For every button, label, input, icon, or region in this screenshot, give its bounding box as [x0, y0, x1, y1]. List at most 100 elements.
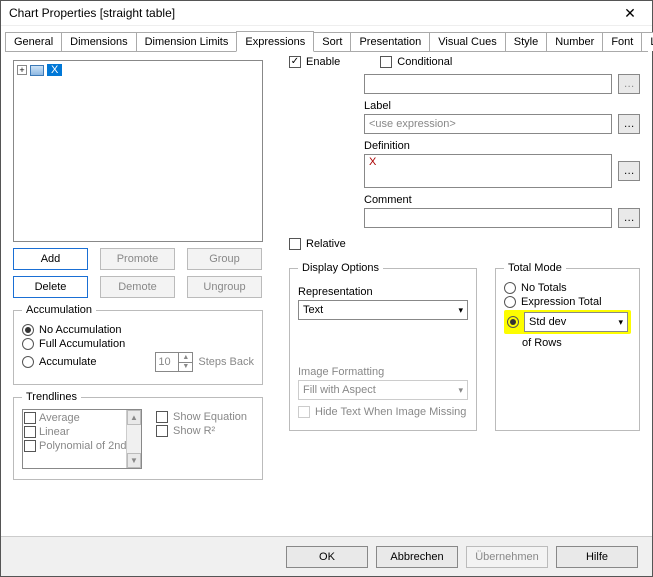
enable-checkbox[interactable]: Enable — [289, 56, 340, 68]
image-formatting-combo[interactable]: Fill with Aspect ▾ — [298, 380, 468, 400]
steps-value: 10 — [156, 353, 178, 371]
checkbox-icon — [298, 406, 310, 418]
comment-lbl: Comment — [364, 194, 640, 206]
spin-down-icon[interactable]: ▼ — [178, 363, 192, 372]
comment-ellipsis-button[interactable]: … — [618, 208, 640, 228]
close-icon[interactable]: ✕ — [610, 2, 650, 24]
total-mode-combo[interactable]: Std dev ▾ — [524, 312, 628, 332]
radio-label: Accumulate — [39, 356, 96, 368]
checkbox-icon[interactable] — [24, 412, 36, 424]
relative-checkbox[interactable]: Relative — [289, 238, 640, 250]
radio-aggregate-total[interactable]: Std dev ▾ — [504, 310, 631, 334]
image-formatting-lbl: Image Formatting — [298, 366, 468, 378]
conditional-input — [364, 74, 612, 94]
scroll-down-icon[interactable]: ▼ — [127, 453, 141, 468]
chevron-down-icon: ▾ — [618, 317, 623, 328]
combo-value: Text — [303, 304, 323, 316]
apply-button[interactable]: Übernehmen — [466, 546, 548, 568]
checkbox-label: Show Equation — [173, 411, 247, 423]
list-item-label: Linear — [39, 426, 70, 438]
checkbox-icon[interactable] — [24, 440, 36, 452]
expand-icon[interactable]: + — [17, 65, 27, 75]
total-mode-group: Total Mode No Totals Expression Total St… — [495, 262, 640, 431]
combo-value: Std dev — [529, 316, 566, 328]
radio-icon — [22, 338, 34, 350]
radio-no-accumulation[interactable]: No Accumulation — [22, 324, 254, 336]
checkbox-icon[interactable] — [24, 426, 36, 438]
definition-lbl: Definition — [364, 140, 640, 152]
total-mode-legend: Total Mode — [504, 262, 566, 274]
checkbox-icon — [156, 411, 168, 423]
chevron-down-icon: ▾ — [458, 385, 463, 396]
representation-combo[interactable]: Text ▾ — [298, 300, 468, 320]
demote-button[interactable]: Demote — [100, 276, 175, 298]
checkbox-icon — [289, 56, 301, 68]
tab-font[interactable]: Font — [602, 32, 642, 51]
radio-accumulate[interactable]: Accumulate 10 ▲▼ Steps Back — [22, 352, 254, 372]
display-options-group: Display Options Representation Text ▾ Im… — [289, 262, 477, 431]
label-input[interactable] — [364, 114, 612, 134]
trendlines-group: Trendlines Average Linear Polynomial of … — [13, 391, 263, 480]
tab-dimensions[interactable]: Dimensions — [61, 32, 136, 51]
delete-button[interactable]: Delete — [13, 276, 88, 298]
cancel-button[interactable]: Abbrechen — [376, 546, 458, 568]
radio-label: Expression Total — [521, 296, 602, 308]
radio-icon — [504, 296, 516, 308]
checkbox-icon — [156, 425, 168, 437]
ok-button[interactable]: OK — [286, 546, 368, 568]
tab-overflow[interactable]: La — [641, 32, 653, 51]
checkbox-icon — [289, 238, 301, 250]
tab-sort[interactable]: Sort — [313, 32, 351, 51]
tree-node-label: X — [47, 64, 62, 76]
tree-node[interactable]: + X — [17, 64, 259, 76]
ungroup-button[interactable]: Ungroup — [187, 276, 262, 298]
checkbox-label: Enable — [306, 56, 340, 68]
titlebar: Chart Properties [straight table] ✕ — [1, 1, 652, 26]
conditional-checkbox[interactable]: Conditional — [380, 56, 452, 68]
tab-style[interactable]: Style — [505, 32, 547, 51]
spin-up-icon[interactable]: ▲ — [178, 353, 192, 363]
conditional-ellipsis-button[interactable]: … — [618, 74, 640, 94]
group-button[interactable]: Group — [187, 248, 262, 270]
scrollbar[interactable]: ▲ ▼ — [126, 410, 141, 468]
trendlines-legend: Trendlines — [22, 391, 81, 403]
checkbox-label: Relative — [306, 238, 346, 250]
checkbox-icon — [380, 56, 392, 68]
tab-dimension-limits[interactable]: Dimension Limits — [136, 32, 238, 51]
representation-lbl: Representation — [298, 286, 468, 298]
steps-spinner[interactable]: 10 ▲▼ — [155, 352, 193, 372]
scroll-up-icon[interactable]: ▲ — [127, 410, 141, 425]
trendlines-list[interactable]: Average Linear Polynomial of 2nd d ▲ ▼ — [22, 409, 142, 469]
tab-presentation[interactable]: Presentation — [350, 32, 430, 51]
checkbox-label: Hide Text When Image Missing — [315, 406, 466, 418]
tab-general[interactable]: General — [5, 32, 62, 51]
radio-icon — [22, 356, 34, 368]
accumulation-legend: Accumulation — [22, 304, 96, 316]
list-item-label: Polynomial of 2nd d — [39, 440, 136, 452]
show-equation-checkbox[interactable]: Show Equation — [156, 411, 247, 423]
promote-button[interactable]: Promote — [100, 248, 175, 270]
expression-tree[interactable]: + X — [13, 60, 263, 242]
table-icon — [30, 65, 44, 76]
label-ellipsis-button[interactable]: … — [618, 114, 640, 134]
comment-input[interactable] — [364, 208, 612, 228]
tab-visual-cues[interactable]: Visual Cues — [429, 32, 506, 51]
chevron-down-icon: ▾ — [458, 305, 463, 316]
radio-icon — [504, 282, 516, 294]
tab-number[interactable]: Number — [546, 32, 603, 51]
show-r2-checkbox[interactable]: Show R² — [156, 425, 247, 437]
display-options-legend: Display Options — [298, 262, 383, 274]
radio-label: No Accumulation — [39, 324, 122, 336]
help-button[interactable]: Hilfe — [556, 546, 638, 568]
label-lbl: Label — [364, 100, 640, 112]
radio-label: No Totals — [521, 282, 567, 294]
tab-expressions[interactable]: Expressions — [236, 31, 314, 52]
hide-text-checkbox[interactable]: Hide Text When Image Missing — [298, 406, 468, 418]
radio-no-totals[interactable]: No Totals — [504, 282, 631, 294]
definition-ellipsis-button[interactable]: … — [618, 161, 640, 181]
radio-expression-total[interactable]: Expression Total — [504, 296, 631, 308]
definition-input[interactable] — [364, 154, 612, 188]
checkbox-label: Conditional — [397, 56, 452, 68]
add-button[interactable]: Add — [13, 248, 88, 270]
radio-full-accumulation[interactable]: Full Accumulation — [22, 338, 254, 350]
